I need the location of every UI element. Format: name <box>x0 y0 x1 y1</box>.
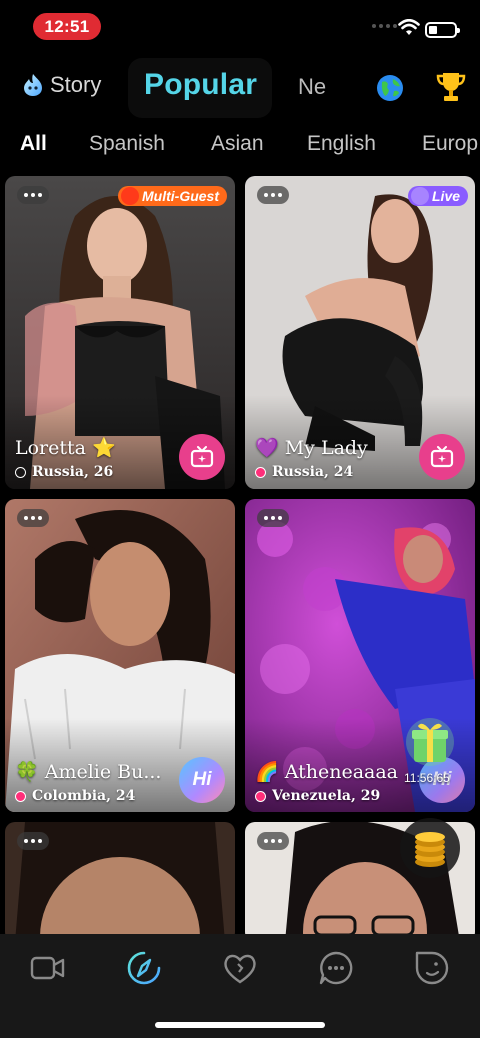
profile-card[interactable]: 🍀 Amelie Bu... Colombia, 24 Hi <box>5 499 235 812</box>
profile-card[interactable]: Live 💜 My Lady Russia, 24 <box>245 176 475 489</box>
location-text: Russia, 24 <box>272 464 354 480</box>
more-options-button[interactable] <box>17 509 49 527</box>
trophy-icon[interactable] <box>436 70 466 104</box>
profile-location: Venezuela, 29 <box>255 788 380 804</box>
profile-name-text: My Lady <box>284 437 368 459</box>
cellular-signal-icon <box>372 24 397 28</box>
online-status-dot <box>15 790 26 802</box>
say-hi-button[interactable]: Hi <box>179 757 225 803</box>
language-filter-bar: All Spanish Asian English Europ <box>0 128 480 164</box>
story-label: Story <box>50 72 102 97</box>
tab-discover[interactable] <box>124 948 164 988</box>
profile-card[interactable]: Multi-Guest Loretta ⭐ Russia, 26 <box>5 176 235 489</box>
more-options-button[interactable] <box>257 509 289 527</box>
coins-button[interactable] <box>400 818 460 878</box>
more-options-button[interactable] <box>257 832 289 850</box>
profile-location: Colombia, 24 <box>15 788 135 804</box>
profile-name: 🌈 Atheneaaaa <box>255 760 398 783</box>
coin-stack-icon <box>415 832 445 867</box>
profile-name-text: Loretta <box>15 437 86 459</box>
profile-name-text: Amelie Bu... <box>44 761 162 783</box>
profile-location: Russia, 26 <box>15 464 113 480</box>
play-icon <box>411 187 429 205</box>
story-tab[interactable]: Story <box>22 72 101 98</box>
video-camera-icon <box>30 956 65 980</box>
badge-label: Live <box>432 188 461 204</box>
star-emoji-icon: ⭐ <box>92 437 116 459</box>
profile-name-text: Atheneaaaa <box>284 761 399 783</box>
profile-location: Russia, 24 <box>255 464 353 480</box>
location-text: Venezuela, 29 <box>272 788 381 804</box>
profile-name: 💜 My Lady <box>255 436 368 459</box>
live-badge: Live <box>408 186 469 206</box>
tab-profile[interactable] <box>412 948 452 988</box>
offline-status-dot <box>15 466 26 478</box>
live-room-button[interactable] <box>179 434 225 480</box>
multi-guest-badge: Multi-Guest <box>118 186 227 206</box>
location-text: Russia, 26 <box>32 464 114 480</box>
profile-card[interactable] <box>5 822 235 942</box>
multi-guest-icon <box>121 187 139 205</box>
online-status-dot <box>255 466 266 478</box>
top-navigation: Story Popular Ne <box>0 58 480 118</box>
more-options-button[interactable] <box>17 832 49 850</box>
tv-icon <box>430 446 454 468</box>
lang-tab-spanish[interactable]: Spanish <box>89 132 165 156</box>
tab-likes[interactable] <box>220 948 260 988</box>
profile-name: 🍀 Amelie Bu... <box>15 760 161 783</box>
profile-name: Loretta ⭐ <box>15 436 116 459</box>
wifi-icon <box>398 19 420 35</box>
more-options-button[interactable] <box>17 186 49 204</box>
gift-countdown: 11:56:65 <box>404 771 450 785</box>
heart-emoji-icon: 💜 <box>255 437 279 459</box>
clover-emoji-icon: 🍀 <box>15 761 39 783</box>
battery-icon <box>425 22 460 38</box>
new-tab[interactable]: Ne <box>298 74 326 100</box>
live-room-button[interactable] <box>419 434 465 480</box>
heart-icon <box>224 954 256 984</box>
smiley-face-icon <box>415 951 449 985</box>
story-icon <box>24 74 42 96</box>
more-options-button[interactable] <box>257 186 289 204</box>
lang-tab-europe[interactable]: Europ <box>422 132 478 156</box>
lang-tab-english[interactable]: English <box>307 132 376 156</box>
popular-label[interactable]: Popular <box>144 68 257 102</box>
online-status-dot <box>255 790 266 802</box>
status-time: 12:51 <box>33 13 101 40</box>
globe-icon[interactable] <box>376 74 404 102</box>
lang-tab-asian[interactable]: Asian <box>211 132 264 156</box>
status-bar: 12:51 <box>0 0 480 52</box>
rainbow-emoji-icon: 🌈 <box>255 761 279 783</box>
tab-messages[interactable] <box>316 948 356 988</box>
tab-video-call[interactable] <box>28 948 68 988</box>
location-text: Colombia, 24 <box>32 788 136 804</box>
chat-bubble-icon <box>319 951 353 985</box>
badge-label: Multi-Guest <box>142 188 219 204</box>
home-indicator[interactable] <box>155 1022 325 1028</box>
lang-tab-all[interactable]: All <box>20 132 47 156</box>
compass-icon <box>127 951 161 985</box>
gift-box-icon[interactable] <box>402 716 458 768</box>
tv-icon <box>190 446 214 468</box>
